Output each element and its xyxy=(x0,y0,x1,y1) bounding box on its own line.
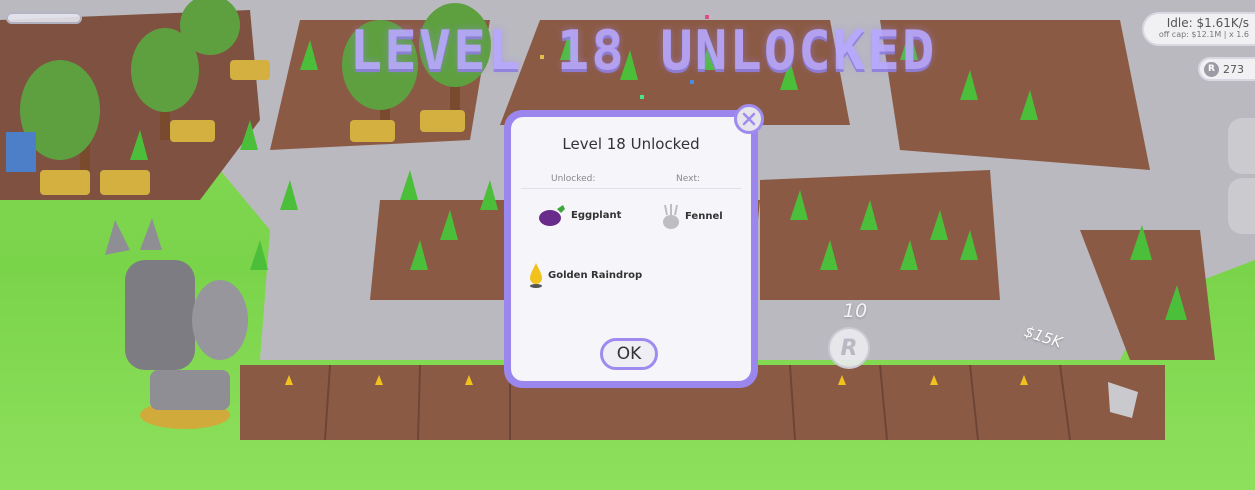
fennel-icon xyxy=(663,204,679,229)
next-header: Next: xyxy=(676,174,700,184)
divider xyxy=(521,188,741,189)
coin-counter[interactable]: R 273 xyxy=(1198,57,1255,81)
idle-rate: Idle: $1.61K/s xyxy=(1166,16,1249,30)
eggplant-icon xyxy=(539,205,565,226)
close-icon xyxy=(742,112,756,126)
item-label: Golden Raindrop xyxy=(548,269,643,281)
golden-raindrop-icon xyxy=(530,263,542,288)
dialog-title: Level 18 Unlocked xyxy=(562,135,700,153)
close-button[interactable] xyxy=(734,104,764,134)
next-item-fennel: Fennel xyxy=(659,203,723,229)
idle-income-panel[interactable]: Idle: $1.61K/s off cap: $12.1M | x 1.6 xyxy=(1142,12,1255,46)
unlocked-header: Unlocked: xyxy=(551,174,596,184)
side-menu-button-1[interactable] xyxy=(1228,118,1255,174)
item-label: Fennel xyxy=(685,210,723,222)
item-label: Eggplant xyxy=(571,209,622,221)
level-unlocked-dialog: Level 18 Unlocked Unlocked: Next: Eggpla… xyxy=(511,117,751,381)
coin-value: 273 xyxy=(1223,62,1244,76)
ok-button[interactable]: OK xyxy=(600,338,658,370)
coin-icon: R xyxy=(1204,61,1219,77)
offline-info: off cap: $12.1M | x 1.6 xyxy=(1158,30,1249,39)
level-unlocked-banner: LEVEL 18 UNLOCKED xyxy=(349,19,937,82)
floating-number: 10 xyxy=(843,300,868,322)
unlocked-item-golden-raindrop: Golden Raindrop xyxy=(526,261,642,289)
progress-bar xyxy=(6,12,82,24)
side-menu-button-2[interactable] xyxy=(1228,178,1255,234)
field-coin[interactable]: R xyxy=(828,327,870,369)
unlocked-item-eggplant: Eggplant xyxy=(537,201,621,229)
